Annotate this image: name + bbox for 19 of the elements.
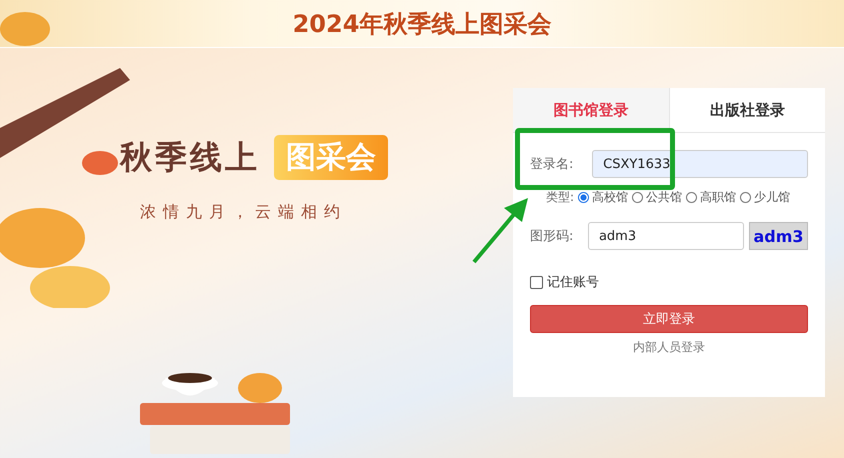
bush-drawing (0, 12, 50, 46)
field-label: 登录名: (530, 156, 574, 173)
type-radio[interactable]: 高校馆 (578, 188, 628, 206)
username-field[interactable]: CSXY1633 (592, 150, 808, 178)
hero-badge: 图采会 (274, 135, 388, 180)
login-tab[interactable]: 图书馆登录 (513, 88, 670, 132)
type-radio[interactable]: 高职馆 (686, 188, 736, 206)
slogan: 浓情九月，云端相约 (140, 202, 348, 223)
type-radio[interactable]: 少儿馆 (740, 188, 790, 206)
field-label: 类型: (546, 188, 576, 206)
banner-title: 2024年秋季线上图采会 (292, 8, 552, 40)
login-button[interactable]: 立即登录 (530, 305, 808, 333)
captcha-image[interactable]: adm3 (748, 222, 808, 250)
remember-checkbox[interactable]: 记住账号 (530, 273, 808, 291)
field-label: 图形码: (530, 228, 574, 245)
hero-title: 秋季线上 (120, 136, 260, 178)
captcha-field[interactable]: adm3 (588, 222, 744, 250)
internal-login-link[interactable]: 内部人员登录 (633, 339, 705, 356)
type-radio[interactable]: 公共馆 (632, 188, 682, 206)
